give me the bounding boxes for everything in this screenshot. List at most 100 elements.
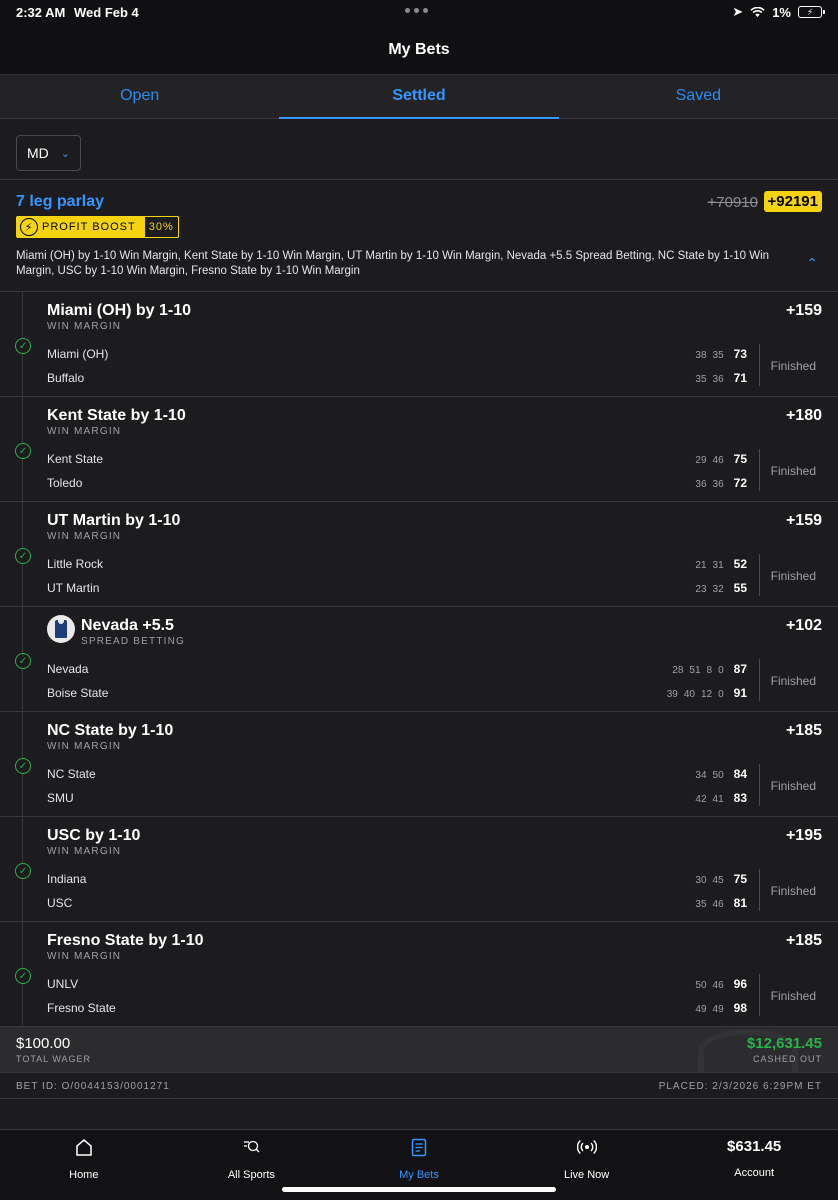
- tab-settled[interactable]: Settled: [279, 75, 559, 119]
- nav-all-sports-label: All Sports: [227, 1169, 275, 1181]
- leg-title: Nevada +5.5: [81, 617, 174, 634]
- team-name: NC State: [47, 767, 96, 781]
- team-scores: 35 46 81: [695, 896, 747, 910]
- broadcast-icon: [503, 1138, 671, 1158]
- period-score: 38: [695, 350, 707, 361]
- tab-saved[interactable]: Saved: [559, 75, 838, 118]
- period-score: 50: [695, 980, 707, 991]
- period-score: 29: [695, 455, 707, 466]
- profit-boost-label: PROFIT BOOST: [42, 221, 136, 233]
- state-dropdown[interactable]: MD ⌄: [16, 135, 81, 171]
- period-score: 23: [695, 584, 707, 595]
- period-score: 28: [672, 665, 684, 676]
- period-score: 50: [712, 770, 724, 781]
- tab-open[interactable]: Open: [0, 75, 279, 118]
- game-status: Finished: [770, 884, 816, 898]
- nav-account-label: Account: [734, 1167, 775, 1179]
- leg-market: WIN MARGIN: [47, 531, 122, 542]
- team-scores: 34 50 84: [695, 767, 747, 781]
- period-score: 51: [689, 665, 701, 676]
- team-scores: 42 41 83: [695, 791, 747, 805]
- total-score: 87: [733, 662, 747, 676]
- period-score: 35: [695, 374, 707, 385]
- leg-market: WIN MARGIN: [47, 426, 122, 437]
- jersey-icon: [47, 615, 75, 643]
- team-scores: 50 46 96: [695, 977, 747, 991]
- cashed-out-label: CASHED OUT: [752, 1054, 822, 1064]
- leg-title: NC State by 1-10: [47, 722, 174, 739]
- game-status: Finished: [770, 359, 816, 373]
- period-score: 40: [683, 689, 695, 700]
- status-indicators: ➤ 1% ⚡: [732, 4, 825, 20]
- leg-title: Miami (OH) by 1-10: [47, 302, 192, 319]
- check-circle-icon: ✓: [15, 968, 31, 984]
- check-circle-icon: ✓: [15, 863, 31, 879]
- leg-odds: +195: [785, 827, 822, 844]
- period-score: 0: [718, 689, 724, 700]
- chevron-up-icon[interactable]: ⌃: [806, 255, 818, 272]
- period-score: 35: [695, 899, 707, 910]
- account-balance: $631.45: [727, 1138, 782, 1155]
- search-icon: [168, 1138, 336, 1158]
- period-score: 49: [712, 1004, 724, 1015]
- score-divider: [759, 659, 760, 701]
- profit-boost-badge: ⚡ PROFIT BOOST 30%: [16, 216, 179, 238]
- leg-market: WIN MARGIN: [47, 321, 122, 332]
- period-score: 0: [718, 665, 724, 676]
- period-score: 12: [700, 689, 713, 700]
- multitask-dots-icon[interactable]: [405, 8, 428, 13]
- bet-summary-footer: $100.00 TOTAL WAGER $12,631.45 CASHED OU…: [0, 1027, 838, 1073]
- location-icon: ➤: [732, 4, 744, 19]
- team-name: UNLV: [47, 977, 79, 991]
- period-score: 8: [706, 665, 713, 676]
- leg-title: Kent State by 1-10: [47, 407, 186, 424]
- bet-meta: BET ID: O/0044153/0001271 PLACED: 2/3/20…: [0, 1073, 838, 1099]
- team-name: UT Martin: [47, 581, 100, 595]
- battery-charging-icon: ⚡: [798, 6, 825, 18]
- team-name: Nevada: [47, 662, 89, 676]
- leg-row: ✓ Kent State by 1-10 WIN MARGIN +180 Ken…: [0, 397, 838, 502]
- period-score: 30: [695, 875, 707, 886]
- page-title: My Bets: [388, 41, 450, 58]
- legs-summary: Miami (OH) by 1-10 Win Margin, Kent Stat…: [16, 250, 770, 277]
- period-score: 35: [712, 350, 724, 361]
- check-circle-icon: ✓: [15, 548, 31, 564]
- team-scores: 29 46 75: [695, 452, 747, 466]
- parlay-title[interactable]: 7 leg parlay: [16, 193, 104, 211]
- leg-odds: +185: [785, 932, 822, 949]
- check-circle-icon: ✓: [15, 443, 31, 459]
- section-spacer: [0, 1100, 838, 1130]
- nav-home[interactable]: Home: [0, 1130, 168, 1200]
- period-score: 45: [712, 875, 724, 886]
- total-score: 75: [733, 452, 747, 466]
- team-name: Kent State: [47, 452, 104, 466]
- score-divider: [759, 344, 760, 386]
- bottom-nav: Home All Sports My Bets Live Now $631.45…: [0, 1130, 838, 1200]
- period-score: 41: [712, 794, 724, 805]
- nav-account[interactable]: $631.45 Account: [670, 1130, 838, 1200]
- nav-live-now-label: Live Now: [563, 1169, 610, 1181]
- leg-row: ✓ Fresno State by 1-10 WIN MARGIN +185 U…: [0, 922, 838, 1027]
- leg-market: WIN MARGIN: [47, 741, 122, 752]
- total-score: 71: [733, 371, 747, 385]
- status-time: 2:32 AM: [16, 5, 66, 20]
- team-scores: 23 32 55: [695, 581, 747, 595]
- status-date: Wed Feb 4: [74, 5, 139, 20]
- leg-title: USC by 1-10: [47, 827, 141, 844]
- game-status: Finished: [770, 989, 816, 1003]
- period-score: 39: [666, 689, 678, 700]
- period-score: 49: [695, 1004, 707, 1015]
- team-scores: 36 36 72: [695, 476, 747, 490]
- team-name: Fresno State: [47, 1001, 116, 1015]
- game-status: Finished: [770, 464, 816, 478]
- leg-row: ✓ NC State by 1-10 WIN MARGIN +185 NC St…: [0, 712, 838, 817]
- leg-odds: +159: [785, 302, 822, 319]
- period-score: 46: [712, 980, 724, 991]
- bets-tabs: Open Settled Saved: [0, 74, 838, 119]
- wifi-icon: [750, 6, 765, 17]
- team-scores: 35 36 71: [695, 371, 747, 385]
- home-indicator[interactable]: [282, 1187, 556, 1192]
- period-score: 42: [695, 794, 707, 805]
- score-divider: [759, 764, 760, 806]
- total-score: 84: [733, 767, 747, 781]
